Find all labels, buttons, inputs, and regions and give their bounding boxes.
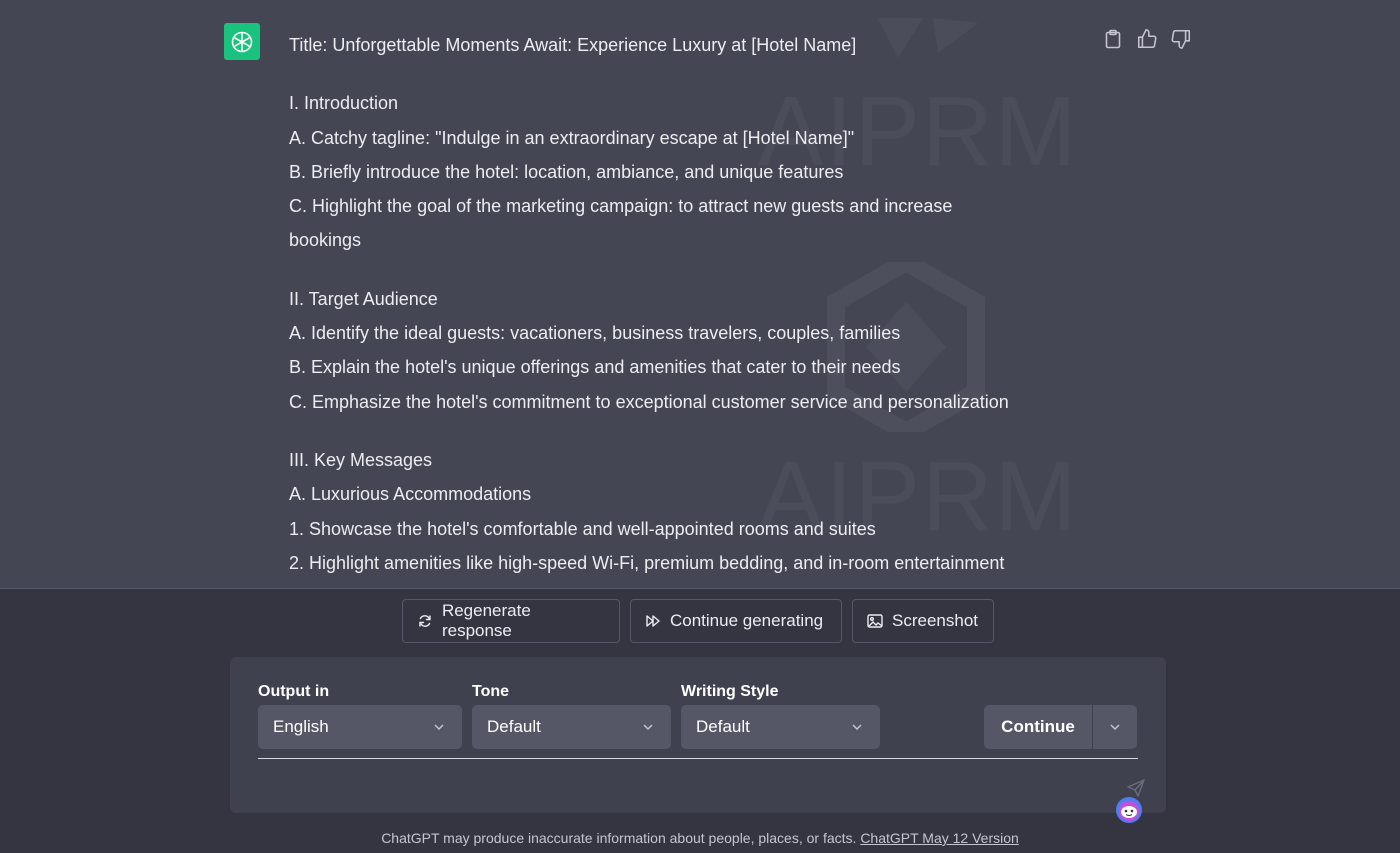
version-link[interactable]: ChatGPT May 12 Version — [860, 830, 1018, 846]
disclaimer-text: ChatGPT may produce inaccurate informati… — [381, 830, 861, 846]
thumbs-down-icon[interactable] — [1168, 27, 1194, 51]
writing-style-label: Writing Style — [681, 683, 779, 700]
message-line: bookings — [289, 230, 362, 251]
output-language-label: Output in — [258, 683, 330, 700]
continue-generating-label: Continue generating — [670, 611, 824, 630]
chevron-down-icon — [1110, 724, 1120, 731]
message-line: I. Introduction — [289, 93, 399, 114]
screenshot-label: Screenshot — [892, 611, 978, 630]
continue-generating-button[interactable]: Continue generating — [630, 599, 842, 643]
tone-value: Default — [487, 717, 541, 736]
writing-style-select[interactable]: Default — [681, 705, 880, 749]
regenerate-response-button[interactable]: Regenerate response — [402, 599, 620, 643]
chevron-down-icon — [434, 724, 444, 731]
message-input[interactable] — [258, 763, 1108, 807]
message-actions — [1100, 27, 1194, 51]
composer-area: Regenerate response Continue generating … — [0, 588, 1400, 853]
prompt-input-divider — [258, 758, 1138, 759]
regenerate-label: Regenerate response — [441, 601, 531, 640]
image-icon — [867, 614, 883, 628]
refresh-icon — [419, 615, 431, 627]
output-language-select[interactable]: English — [258, 705, 462, 749]
message-title: Title: Unforgettable Moments Await: Expe… — [289, 35, 857, 55]
fast-forward-icon — [646, 615, 660, 627]
thumbs-up-icon[interactable] — [1134, 27, 1160, 51]
message-line: 1. Showcase the hotel's comfortable and … — [289, 518, 876, 539]
chevron-down-icon — [643, 724, 653, 731]
screenshot-button[interactable]: Screenshot — [852, 599, 994, 643]
message-line: III. Key Messages — [289, 449, 433, 470]
message-line: B. Briefly introduce the hotel: location… — [289, 161, 844, 182]
tone-select[interactable]: Default — [472, 705, 671, 749]
message-line: A. Identify the ideal guests: vacationer… — [289, 323, 901, 344]
message-line: 2. Highlight amenities like high-speed W… — [289, 552, 1005, 573]
assistant-message: AIPRM AIPRM Title: Unforgettable Moments… — [0, 0, 1400, 588]
continue-button[interactable]: Continue — [984, 705, 1092, 749]
message-line: A. Catchy tagline: "Indulge in an extrao… — [289, 127, 855, 148]
message-line: A. Luxurious Accommodations — [289, 484, 532, 505]
clipboard-icon[interactable] — [1100, 27, 1126, 51]
message-line: C. Highlight the goal of the marketing c… — [289, 196, 953, 217]
message-line: C. Emphasize the hotel's commitment to e… — [289, 391, 1009, 412]
writing-style-value: Default — [696, 717, 750, 736]
response-actions: Regenerate response Continue generating … — [402, 599, 994, 643]
continue-split-button: Continue — [984, 705, 1137, 749]
chevron-down-icon — [852, 724, 862, 731]
continue-options-toggle[interactable] — [1093, 705, 1137, 749]
message-line: B. Explain the hotel's unique offerings … — [289, 357, 901, 378]
message-text: Title: Unforgettable Moments Await: Expe… — [289, 28, 1089, 588]
disclaimer-footer: ChatGPT may produce inaccurate informati… — [0, 830, 1400, 846]
openai-logo-icon — [224, 23, 260, 60]
tone-label: Tone — [472, 683, 510, 700]
message-line: II. Target Audience — [289, 288, 438, 309]
message-line — [289, 580, 1089, 588]
output-language-value: English — [273, 717, 329, 736]
aiprm-prompt-panel: Output in English Tone Default Writing S… — [230, 657, 1166, 823]
assistant-bot-icon[interactable] — [1114, 795, 1144, 825]
